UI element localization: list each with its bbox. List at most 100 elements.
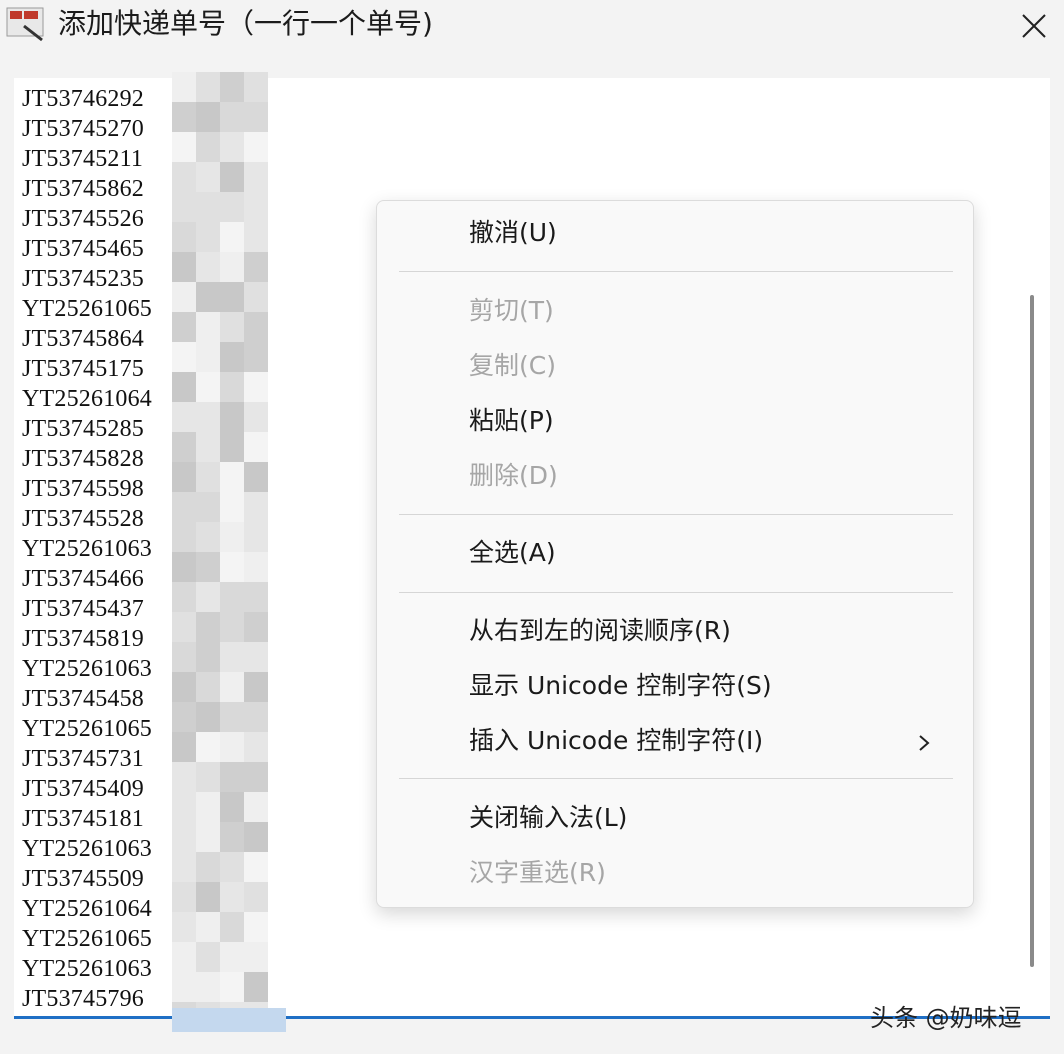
menu-separator xyxy=(399,592,953,593)
mosaic-cell xyxy=(244,762,268,792)
mosaic-cell xyxy=(196,252,220,282)
mosaic-cell xyxy=(220,312,244,342)
text-line: JT53745437 xyxy=(22,596,144,622)
mosaic-cell xyxy=(196,162,220,192)
window-title: 添加快递单号（一行一个单号) xyxy=(58,7,433,40)
text-line: YT25261065 xyxy=(22,296,152,322)
mosaic-cell xyxy=(244,342,268,372)
mosaic-cell xyxy=(196,942,220,972)
mosaic-cell xyxy=(196,792,220,822)
mosaic-cell xyxy=(196,282,220,312)
mosaic-cell xyxy=(220,192,244,222)
text-line: JT53745458 xyxy=(22,686,144,712)
mosaic-cell xyxy=(196,522,220,552)
mosaic-cell xyxy=(196,72,220,102)
mosaic-cell xyxy=(196,732,220,762)
mosaic-cell xyxy=(196,582,220,612)
text-line: YT25261065 xyxy=(22,926,152,952)
mosaic-cell xyxy=(244,252,268,282)
text-line: JT53745465 xyxy=(22,236,144,262)
mosaic-cell xyxy=(244,642,268,672)
mosaic-cell xyxy=(196,672,220,702)
mosaic-cell xyxy=(220,912,244,942)
mosaic-cell xyxy=(196,492,220,522)
text-line: JT53745409 xyxy=(22,776,144,802)
text-line: JT53745864 xyxy=(22,326,144,352)
mosaic-cell xyxy=(244,222,268,252)
watermark: 头条 @奶味逗 xyxy=(870,1004,1022,1032)
menu-item-close-ime[interactable]: 关闭输入法(L) xyxy=(469,798,627,838)
mosaic-cell xyxy=(220,402,244,432)
text-selection-highlight xyxy=(172,1008,286,1032)
mosaic-cell xyxy=(244,552,268,582)
mosaic-cell xyxy=(220,672,244,702)
text-line: JT53745526 xyxy=(22,206,144,232)
text-line: JT53745211 xyxy=(22,146,144,172)
mosaic-cell xyxy=(244,882,268,912)
mosaic-cell xyxy=(220,522,244,552)
vertical-scrollbar[interactable] xyxy=(1014,80,1044,1012)
mosaic-cell xyxy=(220,552,244,582)
text-line: YT25261065 xyxy=(22,716,152,742)
close-button[interactable] xyxy=(1004,0,1064,52)
close-icon xyxy=(1022,14,1046,38)
mosaic-cell xyxy=(196,192,220,222)
context-menu: 撤消(U) 剪切(T) 复制(C) 粘贴(P) 删除(D) 全选(A) 从右到左… xyxy=(376,200,974,908)
mosaic-cell xyxy=(220,72,244,102)
text-line: JT53745466 xyxy=(22,566,144,592)
text-line: JT53745819 xyxy=(22,626,144,652)
mosaic-cell xyxy=(244,492,268,522)
menu-item-rtl-reading-order[interactable]: 从右到左的阅读顺序(R) xyxy=(469,611,731,651)
text-line: JT53745235 xyxy=(22,266,144,292)
chevron-right-icon xyxy=(919,735,930,751)
menu-item-hanzi-reselect: 汉字重选(R) xyxy=(469,858,606,887)
mosaic-cell xyxy=(196,612,220,642)
mosaic-cell xyxy=(196,912,220,942)
text-line: JT53745862 xyxy=(22,176,144,202)
mosaic-cell xyxy=(220,762,244,792)
mosaic-cell xyxy=(196,372,220,402)
scrollbar-thumb[interactable] xyxy=(1030,295,1034,967)
menu-separator xyxy=(399,514,953,515)
tracking-number-list: JT53746292 JT53745270 JT53745211 JT53745862… xyxy=(22,84,182,1014)
menu-item-cut: 剪切(T) xyxy=(469,296,554,325)
mosaic-cell xyxy=(244,852,268,882)
mosaic-cell xyxy=(244,462,268,492)
mosaic-cell xyxy=(196,702,220,732)
mosaic-cell xyxy=(244,702,268,732)
mosaic-cell xyxy=(244,132,268,162)
mosaic-cell xyxy=(220,852,244,882)
mosaic-cell xyxy=(244,102,268,132)
mosaic-cell xyxy=(244,972,268,1002)
mosaic-cell xyxy=(220,372,244,402)
text-line: JT53745181 xyxy=(22,806,144,832)
submenu-arrow xyxy=(917,723,941,763)
mosaic-cell xyxy=(244,372,268,402)
mosaic-cell xyxy=(196,762,220,792)
mosaic-cell xyxy=(220,342,244,372)
mosaic-cell xyxy=(220,942,244,972)
mosaic-cell xyxy=(220,432,244,462)
mosaic-cell xyxy=(196,132,220,162)
text-line: YT25261063 xyxy=(22,956,152,982)
menu-item-insert-unicode-control[interactable]: 插入 Unicode 控制字符(I) xyxy=(469,721,763,761)
mosaic-cell xyxy=(244,72,268,102)
mosaic-cell xyxy=(220,612,244,642)
pixelated-redaction xyxy=(172,72,268,1032)
menu-item-undo[interactable]: 撤消(U) xyxy=(469,213,557,253)
mosaic-cell xyxy=(244,942,268,972)
mosaic-cell xyxy=(244,432,268,462)
menu-item-show-unicode-control[interactable]: 显示 Unicode 控制字符(S) xyxy=(469,666,772,706)
mosaic-cell xyxy=(196,852,220,882)
mosaic-cell xyxy=(196,222,220,252)
menu-item-select-all[interactable]: 全选(A) xyxy=(469,533,556,573)
mosaic-cell xyxy=(196,432,220,462)
mosaic-cell xyxy=(220,792,244,822)
mosaic-cell xyxy=(196,402,220,432)
text-line: YT25261064 xyxy=(22,386,152,412)
mosaic-cell xyxy=(244,912,268,942)
menu-item-paste[interactable]: 粘贴(P) xyxy=(469,401,554,441)
mosaic-cell xyxy=(196,462,220,492)
mosaic-cell xyxy=(244,402,268,432)
title-bar: 添加快递单号（一行一个单号) xyxy=(0,0,1064,52)
